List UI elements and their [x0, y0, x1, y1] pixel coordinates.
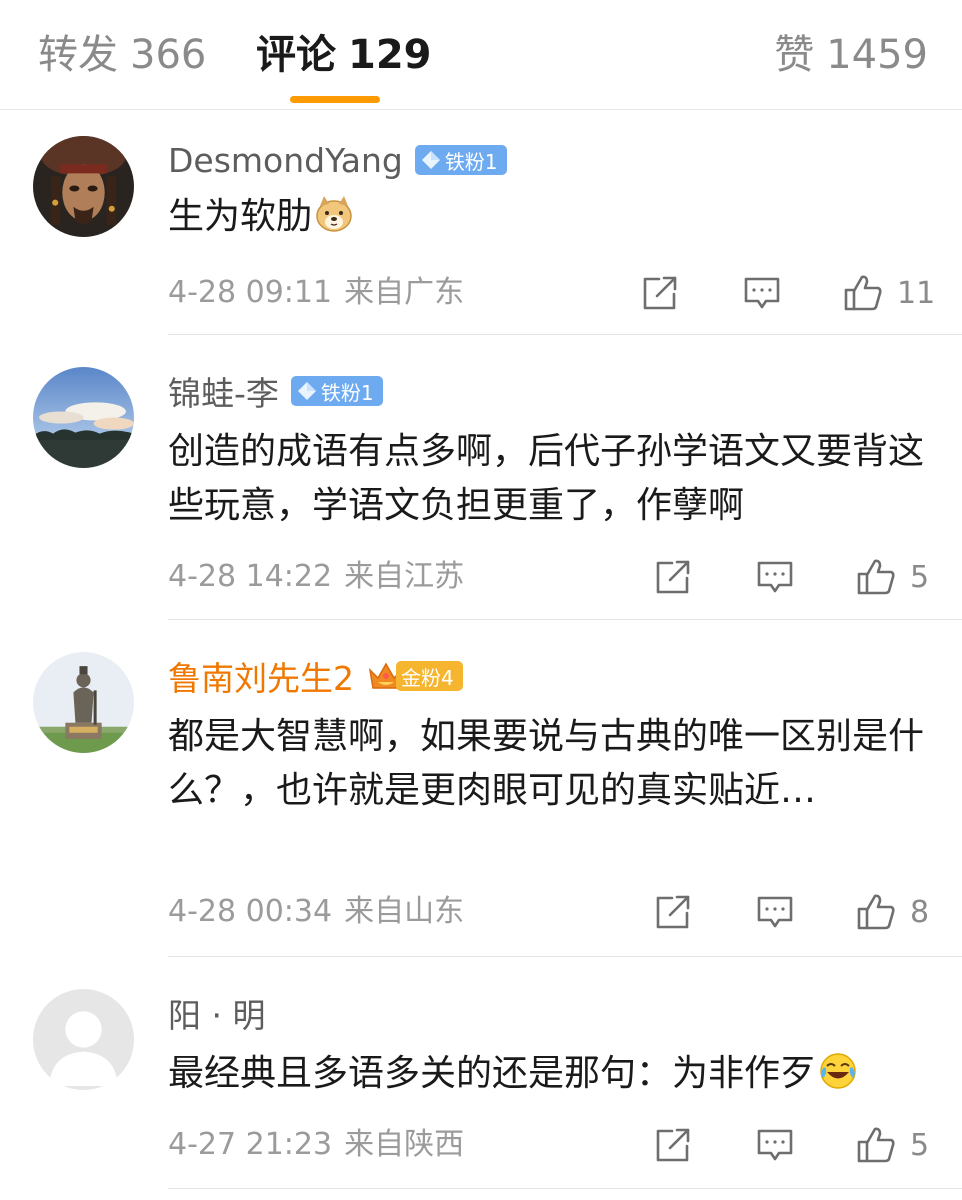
username[interactable]: 鲁南刘先生2 [168, 652, 354, 700]
reply-button[interactable] [755, 1125, 795, 1165]
avatar[interactable] [33, 652, 134, 753]
comment-body: 生为软肋 [168, 196, 313, 237]
username[interactable]: 阳 · 明 [168, 989, 265, 1037]
comment-date: 4-28 14:22 [168, 559, 333, 594]
fan-badge[interactable]: 铁粉1 [414, 145, 507, 175]
comment-location: 来自江苏 [344, 559, 465, 594]
comment-icon [757, 896, 793, 928]
fan-badge-label: 铁粉1 [444, 149, 498, 174]
comment-divider [168, 1188, 962, 1189]
comment-date: 4-28 09:11 [168, 275, 333, 310]
active-tab-indicator [290, 96, 380, 103]
tab-comments-count: 129 [348, 32, 432, 78]
like-button[interactable]: 11 [843, 273, 935, 313]
comment-header: 锦蛙-李 铁粉1 [168, 367, 383, 415]
avatar[interactable] [33, 136, 134, 237]
thumbs-up-icon [857, 1127, 895, 1163]
comment-meta: 4-28 14:22 来自江苏 [168, 557, 464, 597]
thumbs-up-icon [857, 894, 895, 930]
comment-location: 来自陕西 [344, 1127, 465, 1162]
repost-button[interactable] [653, 1125, 693, 1165]
comment-icon [757, 561, 793, 593]
comment-text: 创造的成语有点多啊，后代子孙学语文又要背这些玩意，学语文负担更重了，作孽啊 [168, 425, 938, 533]
share-icon [643, 276, 677, 310]
thumbs-up-icon [857, 559, 895, 595]
avatar[interactable] [33, 367, 134, 468]
comment-date: 4-28 00:34 [168, 894, 333, 929]
fan-badge[interactable]: 金粉4 [396, 661, 463, 691]
comment-location: 来自山东 [344, 894, 465, 929]
share-icon [656, 895, 690, 929]
tab-likes-label: 赞 [774, 32, 815, 78]
comment-date: 4-27 21:23 [168, 1127, 333, 1162]
tab-likes-count: 1459 [826, 32, 928, 78]
like-button[interactable]: 5 [856, 1125, 929, 1165]
avatar[interactable] [33, 989, 134, 1090]
comment-location: 来自广东 [344, 275, 465, 310]
comment-item: DesmondYang 铁粉1 生为软肋 4-28 09:11 来自广东 11 [0, 110, 962, 335]
comment-meta: 4-28 09:11 来自广东 [168, 273, 464, 313]
laugh-cry-emoji-icon [818, 1051, 858, 1091]
doge-emoji-icon [314, 194, 354, 234]
like-button[interactable]: 8 [856, 892, 929, 932]
fan-badge-label: 金粉4 [401, 665, 454, 690]
fan-badge[interactable]: 铁粉1 [290, 376, 383, 406]
comment-header: 鲁南刘先生2 金粉4 [168, 652, 463, 700]
comment-item: 阳 · 明 最经典且多语多关的还是那句：为非作歹 4-27 21:23 来自陕西 [0, 957, 962, 1200]
like-count: 8 [910, 894, 930, 930]
comment-text: 最经典且多语多关的还是那句：为非作歹 [168, 1047, 938, 1101]
comment-header: 阳 · 明 [168, 989, 265, 1037]
comment-body: 都是大智慧啊，如果要说与古典的唯一区别是什么？，也许就是更肉眼可见的真实贴近… [168, 716, 925, 811]
share-icon [656, 1128, 690, 1162]
comment-item: 锦蛙-李 铁粉1 创造的成语有点多啊，后代子孙学语文又要背这些玩意，学语文负担更… [0, 335, 962, 620]
repost-button[interactable] [653, 892, 693, 932]
username[interactable]: 锦蛙-李 [168, 367, 279, 415]
diamond-icon [297, 382, 316, 400]
comment-body: 创造的成语有点多啊，后代子孙学语文又要背这些玩意，学语文负担更重了，作孽啊 [168, 431, 925, 526]
tab-likes[interactable]: 赞 1459 [774, 28, 928, 82]
like-button[interactable]: 5 [856, 557, 929, 597]
tab-comments[interactable]: 评论 129 [256, 28, 432, 82]
reply-button[interactable] [742, 273, 782, 313]
fan-badge-label: 铁粉1 [320, 380, 374, 405]
comment-body: 最经典且多语多关的还是那句：为非作歹 [168, 1053, 817, 1094]
comment-item: 鲁南刘先生2 金粉4 都是大智慧啊，如果要说与古典的唯一区别是什么？，也许就是更… [0, 620, 962, 957]
repost-button[interactable] [640, 273, 680, 313]
comment-tab-bar: 转发 366 评论 129 赞 1459 [0, 0, 962, 110]
comment-meta: 4-28 00:34 来自山东 [168, 892, 464, 932]
default-avatar-icon [33, 989, 134, 1090]
repost-button[interactable] [653, 557, 693, 597]
comment-icon [757, 1129, 793, 1161]
comment-header: DesmondYang 铁粉1 [168, 136, 507, 184]
thumbs-up-icon [844, 275, 882, 311]
tab-comments-label: 评论 [256, 32, 336, 78]
username[interactable]: DesmondYang [168, 141, 403, 180]
tab-reposts[interactable]: 转发 366 [38, 28, 206, 82]
like-count: 5 [910, 559, 930, 595]
reply-button[interactable] [755, 557, 795, 597]
tab-reposts-label: 转发 [38, 32, 118, 78]
diamond-icon [421, 151, 440, 169]
like-count: 5 [910, 1127, 930, 1163]
tab-reposts-count: 366 [130, 32, 207, 78]
comment-text: 生为软肋 [168, 190, 938, 244]
comment-meta: 4-27 21:23 来自陕西 [168, 1125, 464, 1165]
share-icon [656, 560, 690, 594]
comment-icon [744, 277, 780, 309]
comment-text: 都是大智慧啊，如果要说与古典的唯一区别是什么？，也许就是更肉眼可见的真实贴近… [168, 710, 938, 818]
reply-button[interactable] [755, 892, 795, 932]
like-count: 11 [897, 275, 936, 311]
